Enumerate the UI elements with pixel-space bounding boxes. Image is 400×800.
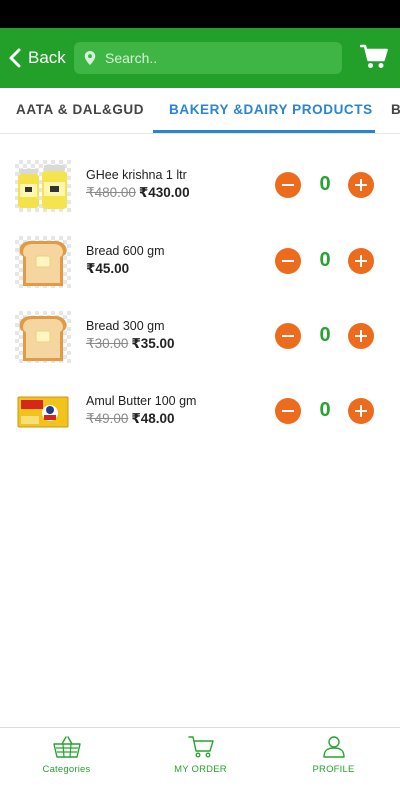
category-tabs: AATA & DAL&GUD BAKERY &DAIRY PRODUCTS B: [0, 88, 400, 134]
nav-label: Categories: [42, 764, 91, 775]
nav-profile[interactable]: PROFILE: [267, 736, 400, 775]
product-name: GHee krishna 1 ltr: [86, 168, 187, 182]
tab-aata-dal-gud[interactable]: AATA & DAL&GUD: [16, 102, 144, 117]
list-item: GHee krishna 1 ltr ₹480.00 ₹430.00 0: [0, 150, 400, 220]
quantity-value: 0: [319, 324, 331, 346]
nav-label: MY ORDER: [174, 764, 227, 775]
cart-button[interactable]: [359, 44, 388, 70]
decrease-quantity-button[interactable]: [275, 248, 301, 274]
back-label: Back: [28, 48, 66, 67]
quantity-value: 0: [319, 173, 331, 195]
nav-categories[interactable]: Categories: [0, 736, 133, 775]
price-line: ₹30.00 ₹35.00: [86, 336, 175, 352]
product-name: Amul Butter 100 gm: [86, 394, 197, 408]
product-name: Bread 300 gm: [86, 319, 165, 333]
nav-my-order[interactable]: MY ORDER: [134, 736, 267, 775]
decrease-quantity-button[interactable]: [275, 398, 301, 424]
search-input[interactable]: [105, 50, 325, 66]
list-item: Bread 300 gm ₹30.00 ₹35.00 0: [0, 301, 400, 371]
cart-icon: [359, 44, 388, 68]
price-line: ₹45.00: [86, 261, 129, 277]
sale-price: ₹48.00: [131, 411, 175, 426]
decrease-quantity-button[interactable]: [275, 323, 301, 349]
basket-icon: [52, 736, 81, 758]
chevron-left-icon: [9, 48, 21, 68]
product-image-ghee: [15, 160, 71, 212]
status-bar: [0, 0, 400, 28]
list-item: Bread 600 gm ₹45.00 0: [0, 226, 400, 296]
decrease-quantity-button[interactable]: [275, 172, 301, 198]
cart-icon: [187, 736, 214, 758]
original-price: ₹30.00: [86, 336, 129, 351]
product-image-amul-butter: [15, 386, 71, 438]
location-pin-icon: [84, 51, 96, 65]
sale-price: ₹35.00: [131, 336, 175, 351]
active-tab-indicator: [153, 130, 375, 133]
list-item: Amul Butter 100 gm ₹49.00 ₹48.00 0: [0, 376, 400, 446]
price-line: ₹480.00 ₹430.00: [86, 185, 190, 201]
price-line: ₹49.00 ₹48.00: [86, 411, 175, 427]
nav-label: PROFILE: [312, 764, 355, 775]
original-price: ₹480.00: [86, 185, 136, 200]
increase-quantity-button[interactable]: [348, 248, 374, 274]
tab-bakery-dairy[interactable]: BAKERY &DAIRY PRODUCTS: [169, 102, 373, 117]
sale-price: ₹430.00: [138, 185, 190, 200]
original-price: ₹49.00: [86, 411, 129, 426]
product-name: Bread 600 gm: [86, 244, 165, 258]
back-button[interactable]: Back: [8, 44, 66, 72]
quantity-value: 0: [319, 399, 331, 421]
sale-price: ₹45.00: [86, 261, 130, 276]
increase-quantity-button[interactable]: [348, 323, 374, 349]
increase-quantity-button[interactable]: [348, 398, 374, 424]
person-icon: [322, 736, 345, 758]
bottom-navigation: Categories MY ORDER PROFILE: [0, 727, 400, 800]
app-bar: Back: [0, 28, 400, 88]
increase-quantity-button[interactable]: [348, 172, 374, 198]
search-box[interactable]: [74, 42, 342, 74]
quantity-value: 0: [319, 249, 331, 271]
product-image-bread: [15, 311, 71, 363]
product-image-bread: [15, 236, 71, 288]
tab-next-category[interactable]: B: [391, 102, 400, 117]
